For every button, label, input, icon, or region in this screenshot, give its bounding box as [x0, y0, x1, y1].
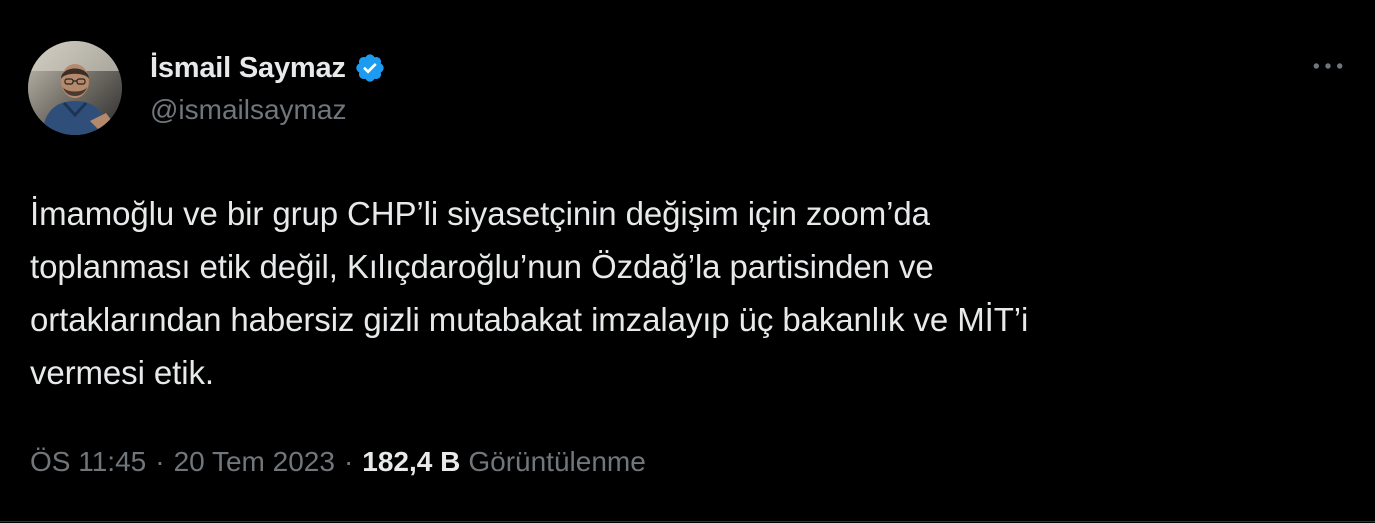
avatar-photo-icon	[28, 41, 122, 135]
views-label: Görüntülenme	[468, 446, 646, 477]
tweet-text: İmamoğlu ve bir grup CHP’li siyasetçinin…	[30, 195, 1029, 391]
divider	[0, 521, 1375, 522]
tweet-meta: ÖS 11:45 · 20 Tem 2023 · 182,4 B Görüntü…	[30, 442, 646, 482]
tweet-card: İsmail Saymaz @ismailsaymaz İmamoğlu ve …	[0, 0, 1375, 523]
verified-badge-icon[interactable]	[354, 52, 386, 84]
views-count: 182,4 B	[362, 446, 461, 477]
author-name-row: İsmail Saymaz	[150, 48, 386, 88]
author-handle[interactable]: @ismailsaymaz	[150, 94, 346, 126]
meta-separator: ·	[343, 446, 354, 477]
avatar[interactable]	[28, 41, 122, 135]
more-options-icon	[1313, 63, 1343, 69]
tweet-date[interactable]: 20 Tem 2023	[174, 446, 335, 478]
author-display-name[interactable]: İsmail Saymaz	[150, 52, 346, 85]
meta-separator: ·	[155, 446, 165, 477]
more-options-button[interactable]	[1308, 50, 1348, 82]
tweet-time[interactable]: ÖS 11:45	[30, 446, 146, 478]
